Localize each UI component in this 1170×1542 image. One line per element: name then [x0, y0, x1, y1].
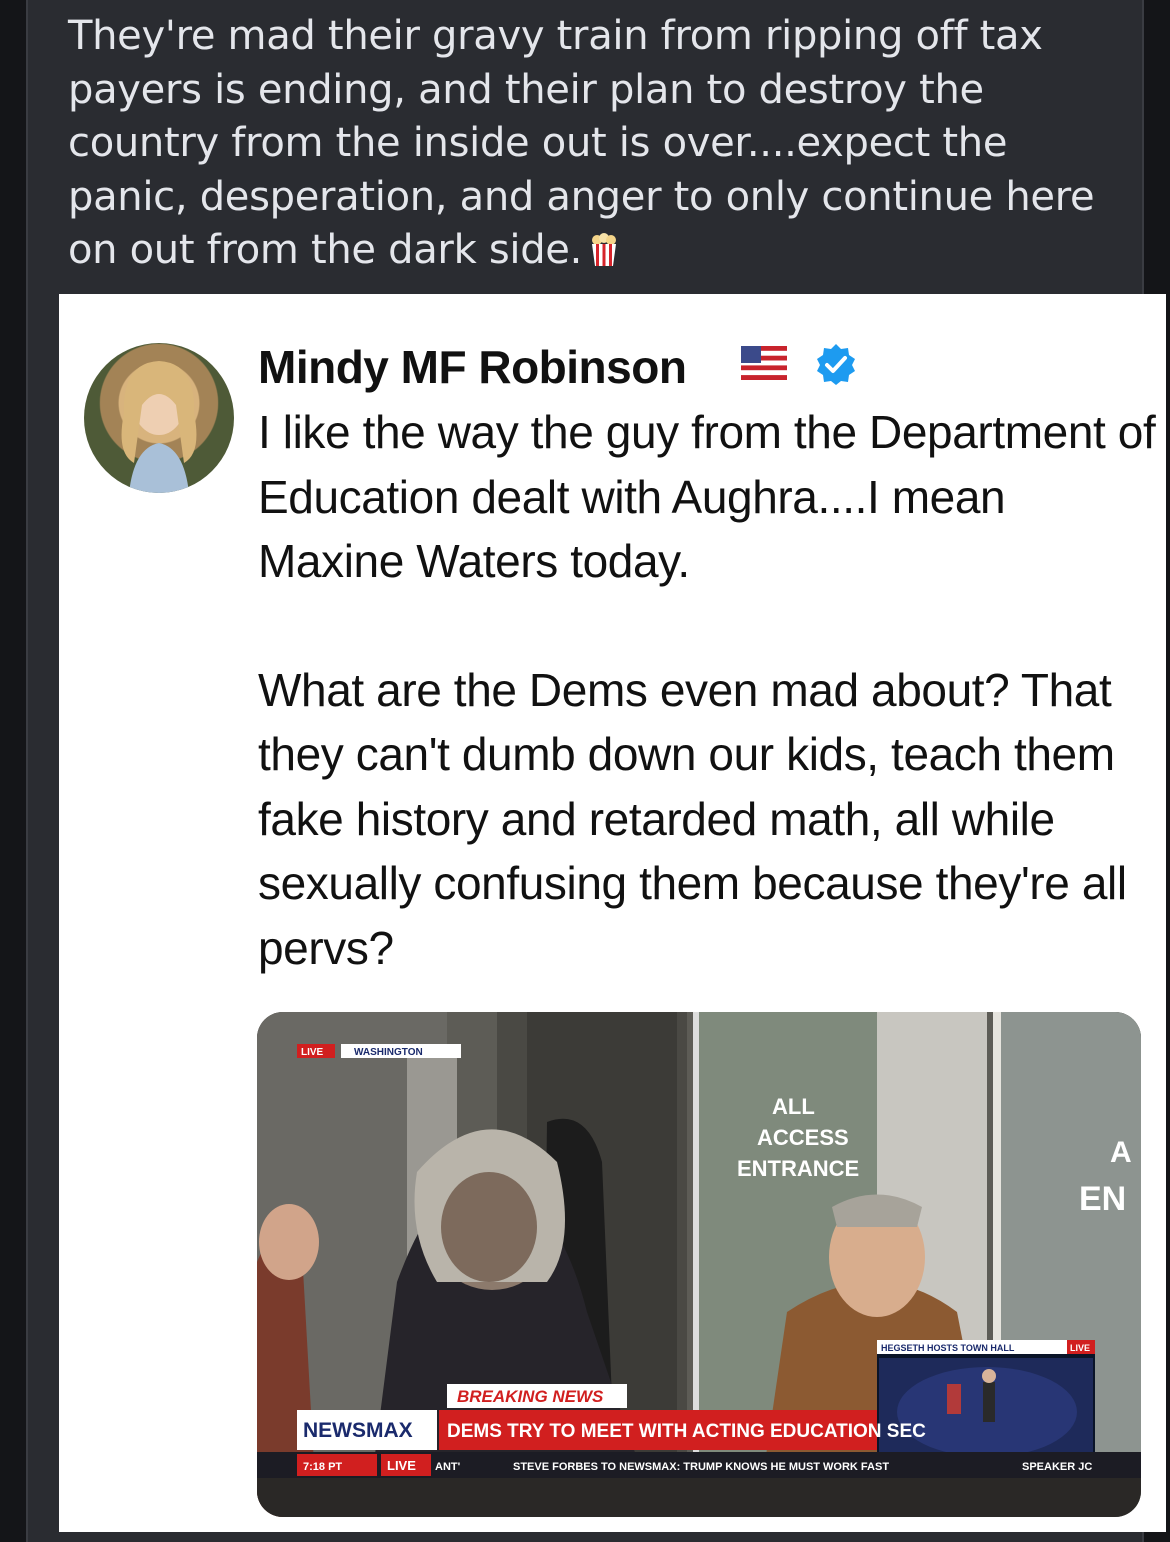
tweet-paragraph-1: I like the way the guy from the Departme… — [258, 406, 1156, 587]
tweet-video-thumbnail[interactable]: ALL ACCESS ENTRANCE A EN LIVE WASHINGTON… — [257, 1012, 1141, 1517]
embedded-tweet-screenshot[interactable]: Mindy MF Robinson I like the way the guy… — [59, 294, 1166, 1532]
location-bug: WASHINGTON — [354, 1047, 423, 1058]
live-bug: LIVE — [301, 1047, 324, 1058]
ticker-live: LIVE — [387, 1458, 416, 1473]
sign-text-1: ALL — [772, 1094, 815, 1119]
chyron-headline: DEMS TRY TO MEET WITH ACTING EDUCATION S… — [447, 1421, 926, 1442]
sign-text-3: ENTRANCE — [737, 1156, 859, 1181]
tweet-author-name[interactable]: Mindy MF Robinson — [258, 340, 687, 394]
ticker-time: 7:18 PT — [303, 1461, 342, 1473]
popcorn-icon — [592, 233, 617, 266]
inset-live: LIVE — [1070, 1343, 1090, 1353]
post-text-body: They're mad their gravy train from rippi… — [68, 13, 1095, 273]
verified-badge-icon — [817, 344, 855, 385]
sign-fragment-top: A — [1110, 1136, 1132, 1169]
network-logo: NEWSMAX — [303, 1419, 413, 1442]
post-text: They're mad their gravy train from rippi… — [68, 10, 1128, 278]
us-flag-icon — [741, 346, 787, 380]
sign-fragment: EN — [1079, 1180, 1126, 1218]
tweet-text: I like the way the guy from the Departme… — [258, 400, 1158, 980]
breaking-news-label: BREAKING NEWS — [457, 1387, 604, 1406]
ticker-text: STEVE FORBES TO NEWSMAX: TRUMP KNOWS HE … — [513, 1461, 889, 1473]
inset-label: HEGSETH HOSTS TOWN HALL — [881, 1343, 1015, 1353]
facebook-post-card: They're mad their gravy train from rippi… — [26, 0, 1166, 1542]
sign-text-2: ACCESS — [757, 1125, 849, 1150]
ticker-fragment: ANT' — [435, 1461, 461, 1473]
avatar[interactable] — [84, 343, 234, 493]
tweet-paragraph-2: What are the Dems even mad about? That t… — [258, 663, 1127, 974]
ticker-tail: SPEAKER JC — [1022, 1461, 1092, 1473]
